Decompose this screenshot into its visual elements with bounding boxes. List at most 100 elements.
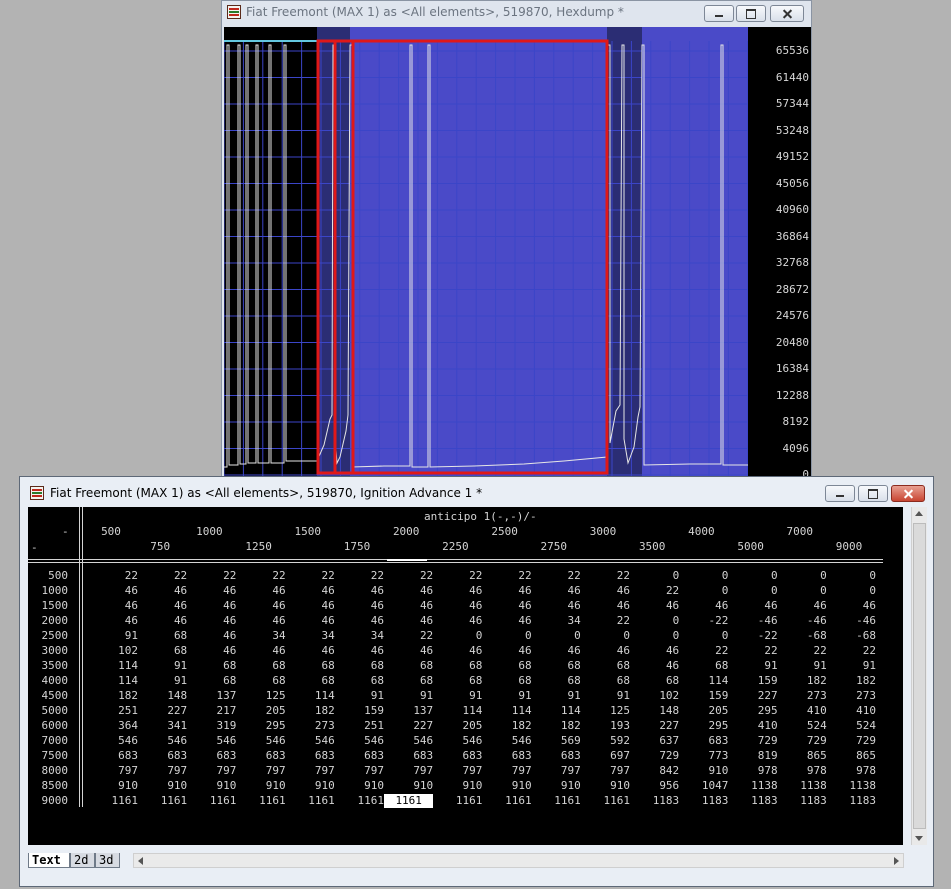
scroll-right-icon[interactable] — [894, 857, 899, 865]
table-cell[interactable]: 159 — [729, 674, 778, 688]
table-cell[interactable]: 910 — [384, 779, 433, 793]
table-cell[interactable]: 842 — [630, 764, 679, 778]
table-cell[interactable]: 295 — [237, 719, 286, 733]
table-cell[interactable]: 1183 — [778, 794, 827, 808]
table-cell[interactable]: 546 — [237, 734, 286, 748]
table-cell[interactable]: 22 — [532, 569, 581, 583]
table-cell[interactable]: 137 — [187, 689, 237, 703]
table-cell[interactable]: 273 — [778, 689, 827, 703]
table-cell[interactable]: 46 — [483, 599, 531, 613]
table-cell[interactable]: 46 — [138, 584, 187, 598]
table-cell[interactable]: 0 — [581, 629, 630, 643]
table-cell[interactable]: 819 — [729, 749, 778, 763]
table-cell[interactable]: 1183 — [679, 794, 729, 808]
table-cell[interactable]: 46 — [286, 584, 335, 598]
table-cell[interactable]: 46 — [581, 584, 630, 598]
table-cell[interactable]: 22 — [138, 569, 187, 583]
table-cell[interactable]: 364 — [89, 719, 138, 733]
table-cell[interactable]: 22 — [581, 614, 630, 628]
table-cell[interactable]: 91 — [778, 659, 827, 673]
table-cell[interactable]: 46 — [335, 599, 384, 613]
table-cell[interactable]: 34 — [335, 629, 384, 643]
maximize-button[interactable] — [736, 5, 766, 22]
table-cell[interactable]: 683 — [679, 734, 729, 748]
table-cell[interactable]: 546 — [384, 734, 433, 748]
table-cell[interactable]: 1161 — [335, 794, 385, 808]
table-cell[interactable]: 729 — [778, 734, 827, 748]
table-cell[interactable]: 114 — [483, 704, 532, 718]
table-cell[interactable]: 102 — [89, 644, 138, 658]
table-cell[interactable]: 524 — [778, 719, 827, 733]
table-cell[interactable]: 68 — [286, 659, 335, 673]
table-cell[interactable]: 137 — [384, 704, 433, 718]
table-cell[interactable]: 0 — [532, 629, 581, 643]
ignition-map-table[interactable]: anticipo 1(-,-)/- - - 500 750 1000 1250 1500… — [28, 507, 903, 845]
table-cell[interactable]: 91 — [729, 659, 777, 673]
table-cell[interactable]: 91 — [138, 659, 187, 673]
table-cell[interactable]: 1161 — [384, 794, 434, 808]
table-cell[interactable]: 68 — [335, 659, 384, 673]
table-cell[interactable]: 114 — [679, 674, 729, 688]
table-cell[interactable]: 22 — [335, 569, 384, 583]
scroll-down-icon[interactable] — [915, 836, 923, 841]
table-cell[interactable]: 978 — [827, 764, 876, 778]
table-cell[interactable]: 910 — [679, 764, 729, 778]
table-cell[interactable]: 114 — [286, 689, 335, 703]
table-cell[interactable]: 34 — [286, 629, 335, 643]
table-cell[interactable]: 114 — [532, 704, 581, 718]
table-cell[interactable]: 68 — [433, 674, 482, 688]
table-cell[interactable]: 797 — [433, 764, 483, 778]
table-cell[interactable]: 1183 — [729, 794, 778, 808]
table-cell[interactable]: 797 — [89, 764, 138, 778]
table-cell[interactable]: 68 — [286, 674, 335, 688]
table-cell[interactable]: 159 — [679, 689, 729, 703]
table-cell[interactable]: 46 — [532, 584, 581, 598]
table-cell[interactable]: 797 — [581, 764, 630, 778]
table-cell[interactable]: 22 — [581, 569, 630, 583]
hexdump-titlebar[interactable]: Fiat Freemont (MAX 1) as <All elements>,… — [222, 1, 811, 25]
table-cell[interactable]: 410 — [729, 719, 778, 733]
table-cell[interactable]: 729 — [827, 734, 876, 748]
table-cell[interactable]: 0 — [729, 584, 778, 598]
table-cell[interactable]: 1161 — [187, 794, 237, 808]
table-cell[interactable]: 91 — [581, 689, 630, 703]
vertical-scrollbar[interactable] — [911, 507, 927, 845]
table-cell[interactable]: 227 — [384, 719, 433, 733]
table-cell[interactable]: 1161 — [483, 794, 532, 808]
table-cell[interactable]: 182 — [532, 719, 581, 733]
table-cell[interactable]: 46 — [187, 584, 236, 598]
table-cell[interactable]: 910 — [237, 779, 286, 793]
table-cell[interactable]: 46 — [138, 599, 187, 613]
table-cell[interactable]: 227 — [138, 704, 187, 718]
table-cell[interactable]: 46 — [335, 584, 384, 598]
table-cell[interactable]: 1161 — [89, 794, 139, 808]
tab-3d[interactable]: 3d — [95, 853, 120, 868]
table-cell[interactable]: 592 — [581, 734, 630, 748]
table-cell[interactable]: 46 — [483, 614, 531, 628]
table-cell[interactable]: 683 — [237, 749, 286, 763]
table-cell[interactable]: 182 — [483, 719, 532, 733]
table-cell[interactable]: 251 — [335, 719, 384, 733]
table-cell[interactable]: 68 — [532, 674, 581, 688]
table-cell[interactable]: 0 — [433, 629, 483, 643]
table-cell[interactable]: 46 — [679, 599, 728, 613]
table-cell[interactable]: 910 — [335, 779, 384, 793]
table-cell[interactable]: 205 — [237, 704, 286, 718]
hexdump-plot[interactable]: 65536 61440 57344 53248 49152 45056 40960 36864… — [224, 27, 811, 477]
table-cell[interactable]: 114 — [89, 674, 138, 688]
table-cell[interactable]: 46 — [286, 599, 335, 613]
table-cell[interactable]: 46 — [237, 614, 285, 628]
table-cell[interactable]: 910 — [286, 779, 335, 793]
table-cell[interactable]: 0 — [679, 629, 729, 643]
table-cell[interactable]: 46 — [433, 599, 482, 613]
maximize-button[interactable] — [858, 485, 888, 502]
table-cell[interactable]: 22 — [630, 584, 679, 598]
table-cell[interactable]: 91 — [138, 674, 187, 688]
table-cell[interactable]: 46 — [384, 584, 433, 598]
table-cell[interactable]: 91 — [827, 659, 876, 673]
table-cell[interactable]: 797 — [384, 764, 433, 778]
minimize-button[interactable] — [825, 485, 855, 502]
table-cell[interactable]: 22 — [384, 569, 433, 583]
table-cell[interactable]: 1183 — [630, 794, 680, 808]
table-cell[interactable]: 182 — [89, 689, 138, 703]
